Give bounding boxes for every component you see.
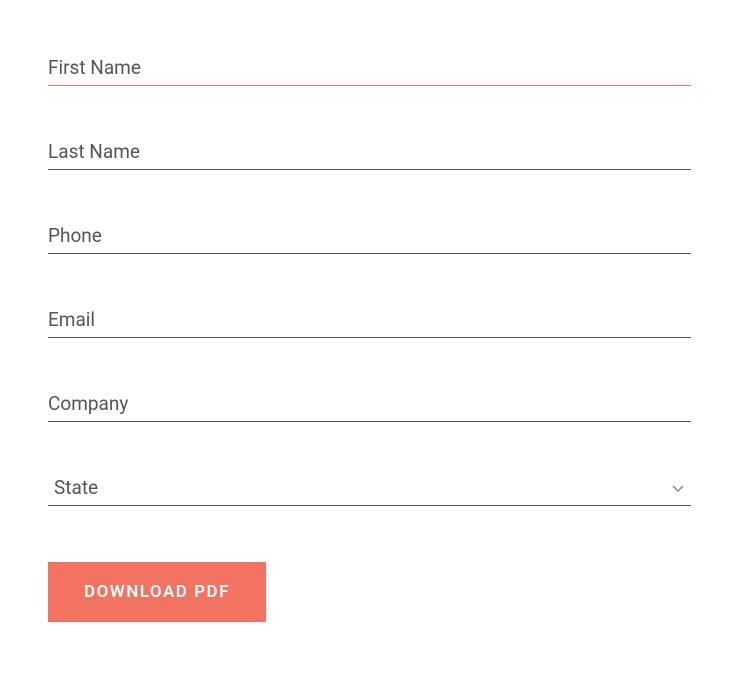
email-field	[48, 302, 691, 338]
state-field: State	[48, 470, 691, 506]
state-select-label: State	[48, 476, 671, 499]
first-name-input[interactable]	[48, 50, 691, 86]
phone-input[interactable]	[48, 218, 691, 254]
contact-form: State DOWNLOAD PDF	[48, 50, 691, 622]
last-name-input[interactable]	[48, 134, 691, 170]
last-name-field	[48, 134, 691, 170]
email-input[interactable]	[48, 302, 691, 338]
company-input[interactable]	[48, 386, 691, 422]
first-name-field	[48, 50, 691, 86]
phone-field	[48, 218, 691, 254]
company-field	[48, 386, 691, 422]
state-select[interactable]: State	[48, 470, 691, 506]
download-pdf-button[interactable]: DOWNLOAD PDF	[48, 562, 266, 622]
chevron-down-icon	[671, 481, 685, 495]
